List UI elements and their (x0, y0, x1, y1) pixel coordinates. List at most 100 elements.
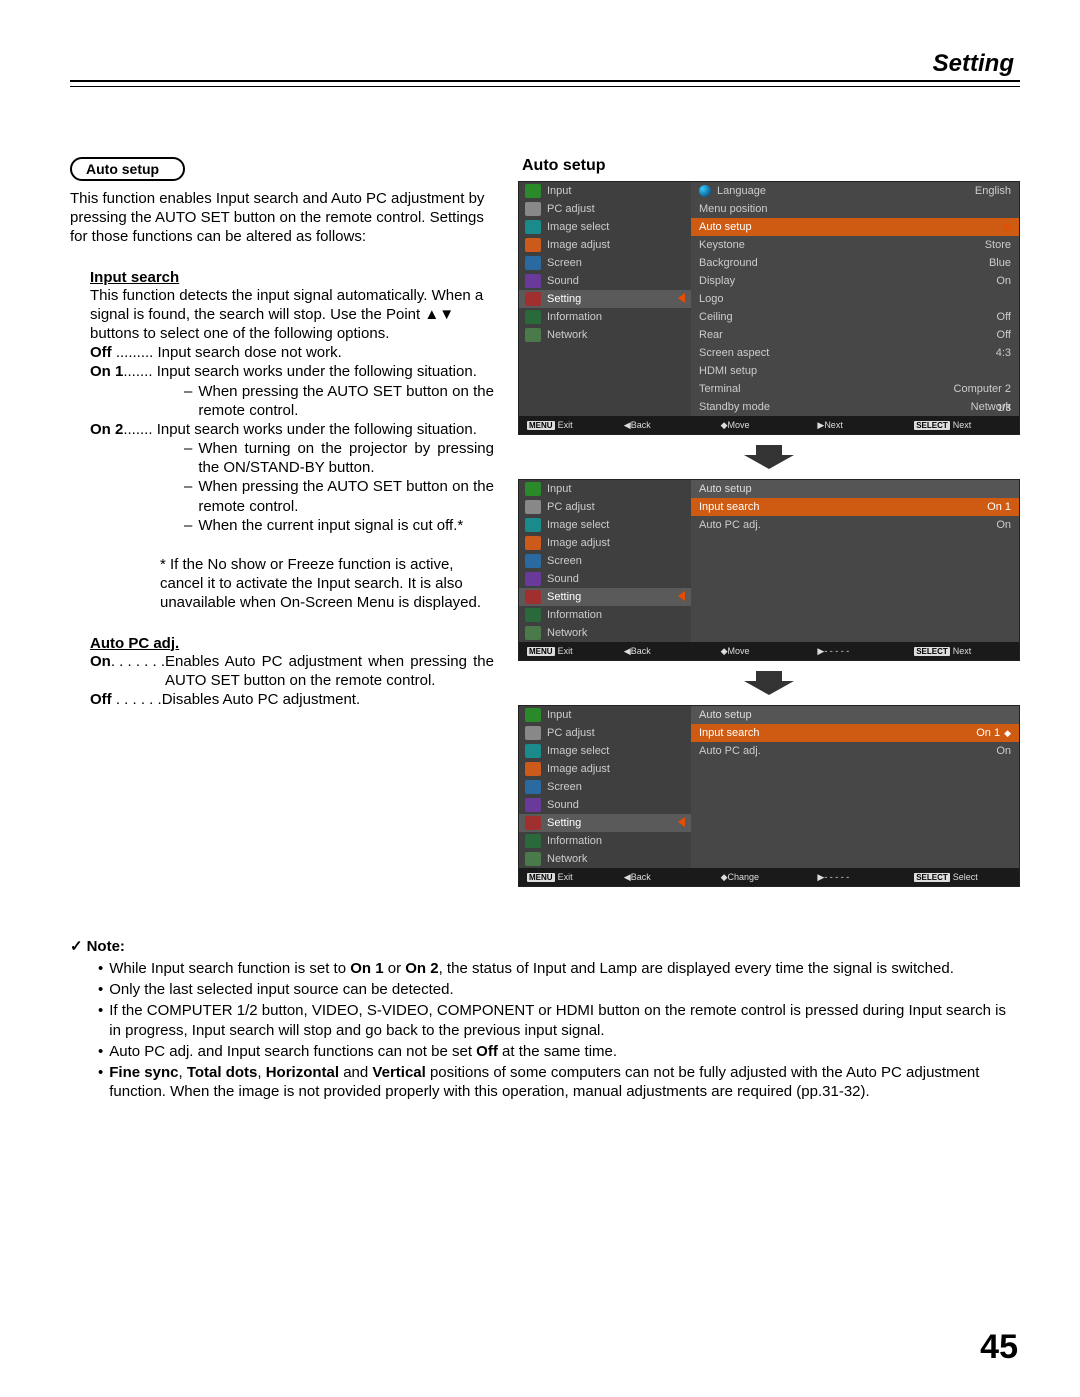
opt-on2-label: On 2 (90, 420, 123, 439)
osd-item-keystone[interactable]: KeystoneStore (691, 236, 1019, 254)
osd-nav-label: Image adjust (547, 239, 610, 251)
osd-item-ceiling[interactable]: CeilingOff (691, 308, 1019, 326)
osd-nav-input[interactable]: Input (519, 706, 691, 724)
osd-nav-input[interactable]: Input (519, 480, 691, 498)
opt-off-label: Off (90, 343, 112, 362)
osd-nav-icon (525, 708, 541, 722)
opt-on2-dots: ....... (123, 420, 156, 439)
osd-nav-sound[interactable]: Sound (519, 272, 691, 290)
bullet-icon: • (98, 959, 103, 978)
osd-item-menu-position[interactable]: Menu position (691, 200, 1019, 218)
osd-item-display[interactable]: DisplayOn (691, 272, 1019, 290)
osd-item-terminal[interactable]: TerminalComputer 2 (691, 380, 1019, 398)
osd-nav-information[interactable]: Information (519, 832, 691, 850)
osd-nav-label: PC adjust (547, 727, 595, 739)
osd-item-label: Screen aspect (699, 347, 769, 359)
osd-nav-setting[interactable]: Setting (519, 290, 691, 308)
osd-nav-icon (525, 202, 541, 216)
select-key-icon: SELECT (914, 647, 950, 656)
osd-foot-next1: - - - - - (824, 646, 849, 656)
note-item: •While Input search function is set to O… (98, 959, 1020, 978)
osd-item-auto-setup[interactable]: Auto setup (691, 218, 1019, 236)
opt-off-desc: Input search dose not work. (158, 343, 494, 362)
on1-bullet1: When pressing the AUTO SET button on the… (198, 382, 494, 420)
osd-nav-setting[interactable]: Setting (519, 814, 691, 832)
osd-nav-label: Sound (547, 573, 579, 585)
osd-nav-label: Screen (547, 555, 582, 567)
page-number: 45 (980, 1328, 1018, 1367)
updown-icon: ◆ (721, 646, 728, 657)
osd-item-standby-mode[interactable]: Standby modeNetwork (691, 398, 1019, 416)
osd-nav-pc adjust[interactable]: PC adjust (519, 200, 691, 218)
osd-nav-icon (525, 780, 541, 794)
osd-nav-pc adjust[interactable]: PC adjust (519, 498, 691, 516)
osd-item-input-search[interactable]: Input searchOn 1◆ (691, 724, 1019, 742)
osd-nav-input[interactable]: Input (519, 182, 691, 200)
page-header-title: Setting (70, 50, 1014, 78)
osd-item-label: Background (699, 257, 758, 269)
osd-nav-label: PC adjust (547, 203, 595, 215)
osd-nav-image adjust[interactable]: Image adjust (519, 534, 691, 552)
osd-nav-information[interactable]: Information (519, 308, 691, 326)
osd-nav-icon (525, 482, 541, 496)
intro-text: This function enables Input search and A… (70, 189, 494, 247)
osd-item-language[interactable]: LanguageEnglish (691, 182, 1019, 200)
updown-icon: ◆ (721, 420, 728, 431)
osd-item-input-search[interactable]: Input search On 1 (691, 498, 1019, 516)
osd-item-auto-pc-adj-[interactable]: Auto PC adj.On (691, 742, 1019, 760)
osd-nav-label: PC adjust (547, 501, 595, 513)
osd-item-label: Logo (699, 293, 723, 305)
osd-item-hdmi-setup[interactable]: HDMI setup (691, 362, 1019, 380)
osd-nav-image adjust[interactable]: Image adjust (519, 760, 691, 778)
osd-item-label: Input search (699, 501, 760, 513)
osd-nav-label: Screen (547, 257, 582, 269)
osd-nav-setting[interactable]: Setting (519, 588, 691, 606)
osd-item-value: On (996, 519, 1011, 531)
osd-nav-label: Setting (547, 591, 581, 603)
osd-nav-icon (525, 762, 541, 776)
globe-icon (699, 185, 711, 197)
osd-nav-network[interactable]: Network (519, 850, 691, 868)
note-item: •Auto PC adj. and Input search functions… (98, 1042, 1020, 1061)
osd-menu: Input PC adjust Image select Image adjust Sc… (518, 181, 1020, 435)
osd-nav-sound[interactable]: Sound (519, 570, 691, 588)
osd-foot-back: Back (631, 420, 651, 430)
osd-nav-icon (525, 726, 541, 740)
osd-nav-information[interactable]: Information (519, 606, 691, 624)
osd-nav-image select[interactable]: Image select (519, 516, 691, 534)
osd-item-background[interactable]: BackgroundBlue (691, 254, 1019, 272)
osd-item-auto-pc-adj-[interactable]: Auto PC adj.On (691, 516, 1019, 534)
osd-nav-icon (525, 798, 541, 812)
osd-nav-icon (525, 590, 541, 604)
menu-key-icon: MENU (527, 421, 555, 430)
osd-nav-image select[interactable]: Image select (519, 742, 691, 760)
subhead-input-search: Input search (90, 269, 494, 286)
osd-nav-sound[interactable]: Sound (519, 796, 691, 814)
osd-nav-screen[interactable]: Screen (519, 552, 691, 570)
opt-off-dots: ......... (112, 343, 158, 362)
osd-foot-next2: Next (953, 420, 972, 430)
osd-nav-label: Network (547, 329, 587, 341)
osd-nav-label: Network (547, 853, 587, 865)
osd-foot-move: Change (728, 872, 760, 882)
osd-nav-label: Input (547, 483, 571, 495)
osd-item-value: On 1 (976, 727, 1000, 739)
triangle-left-small-icon: ◀ (624, 646, 631, 657)
osd-nav-screen[interactable]: Screen (519, 778, 691, 796)
osd-nav-pc adjust[interactable]: PC adjust (519, 724, 691, 742)
osd-item-value: Store (985, 239, 1011, 251)
dash-icon: – (184, 477, 192, 515)
menu-key-icon: MENU (527, 647, 555, 656)
osd-nav-network[interactable]: Network (519, 624, 691, 642)
osd-nav-image adjust[interactable]: Image adjust (519, 236, 691, 254)
osd-nav-network[interactable]: Network (519, 326, 691, 344)
osd-item-screen-aspect[interactable]: Screen aspect4:3 (691, 344, 1019, 362)
osd-item-logo[interactable]: Logo (691, 290, 1019, 308)
osd-nav-screen[interactable]: Screen (519, 254, 691, 272)
osd-nav-image select[interactable]: Image select (519, 218, 691, 236)
autopc-on-desc: Enables Auto PC adjustment when pressing… (165, 652, 494, 690)
osd-nav-label: Image adjust (547, 537, 610, 549)
osd-item-value: On 1 (987, 501, 1011, 513)
osd-item-rear[interactable]: RearOff (691, 326, 1019, 344)
osd-nav-label: Setting (547, 293, 581, 305)
